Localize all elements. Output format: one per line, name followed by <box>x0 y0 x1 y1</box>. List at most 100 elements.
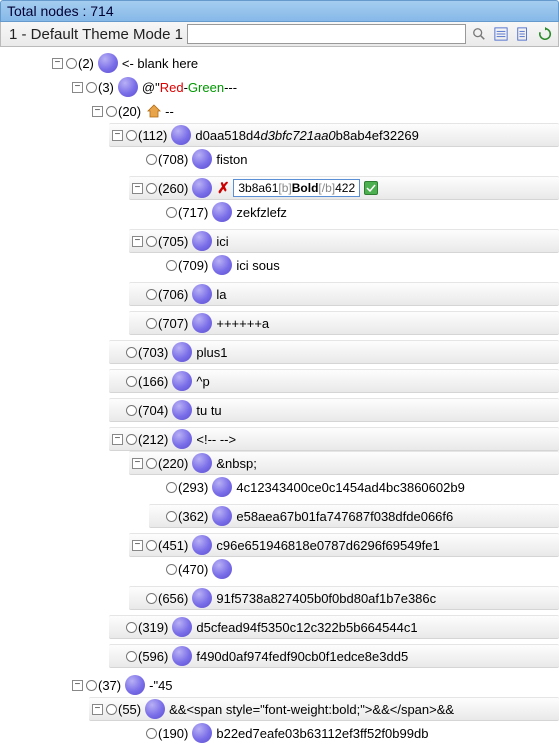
radio[interactable] <box>126 130 137 141</box>
node-sphere-icon[interactable] <box>125 675 145 695</box>
expander[interactable]: − <box>132 183 143 194</box>
node-label[interactable]: la <box>216 287 226 302</box>
node-sphere-icon[interactable] <box>212 506 232 526</box>
node-sphere-icon[interactable] <box>145 699 165 719</box>
node-label[interactable]: ici sous <box>236 258 279 273</box>
search-input[interactable] <box>187 24 466 44</box>
node-label[interactable]: -"45 <box>149 678 172 693</box>
node-label[interactable]: c96e651946818e0787d6296f69549fe1 <box>216 538 439 553</box>
node-sphere-icon[interactable] <box>171 125 191 145</box>
node-label[interactable]: <!-- --> <box>196 432 236 447</box>
expander[interactable]: − <box>112 434 123 445</box>
confirm-icon[interactable] <box>364 181 378 195</box>
node-sphere-icon[interactable] <box>212 477 232 497</box>
radio[interactable] <box>146 458 157 469</box>
expander[interactable]: − <box>72 680 83 691</box>
radio[interactable] <box>146 318 157 329</box>
node-sphere-icon[interactable] <box>192 313 212 333</box>
radio[interactable] <box>86 82 97 93</box>
node-sphere-icon[interactable] <box>118 77 138 97</box>
expander[interactable]: − <box>112 130 123 141</box>
node-label[interactable]: fiston <box>216 152 247 167</box>
expander[interactable]: − <box>92 106 103 117</box>
node-sphere-icon[interactable] <box>172 400 192 420</box>
node-label[interactable]: f490d0af974fedf90cb0f1edce8e3dd5 <box>196 649 408 664</box>
expander[interactable]: − <box>52 58 63 69</box>
doc-icon[interactable] <box>514 25 532 43</box>
node-sphere-icon[interactable] <box>172 342 192 362</box>
radio[interactable] <box>126 651 137 662</box>
node-label[interactable]: ici <box>216 234 228 249</box>
radio[interactable] <box>126 347 137 358</box>
node-label[interactable]: @"Red-Green--- <box>142 80 237 95</box>
node-label[interactable]: d0aa518d4d3bfc721aa0b8ab4ef32269 <box>195 128 418 143</box>
node-sphere-icon[interactable] <box>172 371 192 391</box>
radio[interactable] <box>146 183 157 194</box>
node-label[interactable]: 4c12343400ce0c1454ad4bc3860602b9 <box>236 480 464 495</box>
radio[interactable] <box>106 704 117 715</box>
node-sphere-icon[interactable] <box>192 588 212 608</box>
radio[interactable] <box>66 58 77 69</box>
node-sphere-icon[interactable] <box>192 453 212 473</box>
radio[interactable] <box>146 540 157 551</box>
radio[interactable] <box>106 106 117 117</box>
node-label[interactable]: b22ed7eafe03b63112ef3ff52f0b99db <box>216 726 428 741</box>
expander[interactable]: − <box>132 458 143 469</box>
node-sphere-icon[interactable] <box>192 149 212 169</box>
refresh-icon[interactable] <box>536 25 554 43</box>
radio[interactable] <box>166 207 177 218</box>
expander[interactable]: − <box>132 236 143 247</box>
node-id: (708) <box>158 152 188 167</box>
node-sphere-icon[interactable] <box>172 429 192 449</box>
radio[interactable] <box>146 289 157 300</box>
node-label[interactable]: d5cfead94f5350c12c322b5b664544c1 <box>196 620 417 635</box>
search-icon[interactable] <box>470 25 488 43</box>
node-id: (260) <box>158 181 188 196</box>
radio[interactable] <box>146 728 157 739</box>
node-sphere-icon[interactable] <box>172 617 192 637</box>
node-label[interactable]: ^p <box>196 374 209 389</box>
node-sphere-icon[interactable] <box>192 231 212 251</box>
radio[interactable] <box>146 593 157 604</box>
node-label[interactable]: &&<span style="font-weight:bold;">&&</sp… <box>169 702 454 717</box>
expander[interactable]: − <box>132 540 143 551</box>
node-edit-input[interactable]: 3b8a61[b]Bold[/b]422 <box>233 179 360 197</box>
expander[interactable]: − <box>72 82 83 93</box>
radio[interactable] <box>166 564 177 575</box>
radio[interactable] <box>126 434 137 445</box>
tree-node: (706) la <box>0 282 559 306</box>
radio[interactable] <box>146 154 157 165</box>
node-sphere-icon[interactable] <box>192 723 212 743</box>
node-label[interactable]: plus1 <box>196 345 227 360</box>
node-label[interactable]: -- <box>165 104 174 119</box>
node-sphere-icon[interactable] <box>212 202 232 222</box>
node-sphere-icon[interactable] <box>192 535 212 555</box>
radio[interactable] <box>86 680 97 691</box>
node-id: (3) <box>98 80 114 95</box>
list-icon[interactable] <box>492 25 510 43</box>
node-id: (166) <box>138 374 168 389</box>
node-label[interactable]: 91f5738a827405b0f0bd80af1b7e386c <box>216 591 436 606</box>
radio[interactable] <box>126 405 137 416</box>
delete-x-icon[interactable]: ✗ <box>216 181 230 195</box>
node-label[interactable]: zekfzlefz <box>236 205 287 220</box>
node-label[interactable]: &nbsp; <box>216 456 256 471</box>
node-sphere-icon[interactable] <box>212 255 232 275</box>
radio[interactable] <box>126 376 137 387</box>
node-sphere-icon[interactable] <box>192 178 212 198</box>
node-sphere-icon[interactable] <box>212 559 232 579</box>
node-sphere-icon[interactable] <box>192 284 212 304</box>
node-sphere-icon[interactable] <box>98 53 118 73</box>
node-label[interactable]: <- blank here <box>122 56 198 71</box>
node-label[interactable]: ++++++a <box>216 316 269 331</box>
radio[interactable] <box>166 482 177 493</box>
node-sphere-icon[interactable] <box>172 646 192 666</box>
node-label[interactable]: e58aea67b01fa747687f038dfde066f6 <box>236 509 453 524</box>
radio[interactable] <box>166 511 177 522</box>
node-label[interactable]: tu tu <box>196 403 221 418</box>
tree-node: (362) e58aea67b01fa747687f038dfde066f6 <box>0 504 559 528</box>
expander[interactable]: − <box>92 704 103 715</box>
radio[interactable] <box>146 236 157 247</box>
radio[interactable] <box>166 260 177 271</box>
radio[interactable] <box>126 622 137 633</box>
